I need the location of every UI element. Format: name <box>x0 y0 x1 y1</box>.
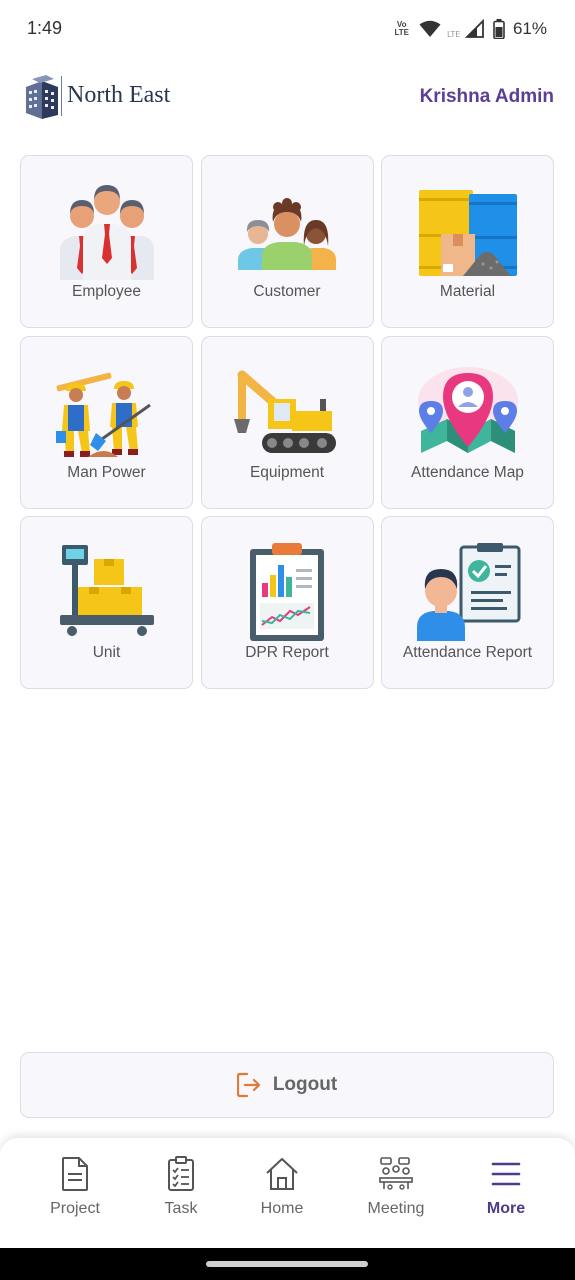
logout-icon <box>236 1072 260 1098</box>
nav-label: Home <box>260 1200 304 1217</box>
tile-label: Material <box>439 283 496 300</box>
tile-material[interactable]: Material <box>381 155 554 328</box>
tile-man-power[interactable]: Man Power <box>20 335 193 509</box>
battery-icon <box>493 19 505 39</box>
nav-label: Meeting <box>367 1200 425 1217</box>
system-gesture-bar <box>0 1248 575 1280</box>
user-name[interactable]: Krishna Admin <box>420 86 554 108</box>
menu-icon <box>491 1162 521 1186</box>
module-grid: Employee Customer Material Man Power Equ… <box>20 155 554 689</box>
app-header: North East Krishna Admin <box>0 70 575 126</box>
nav-project[interactable]: Project <box>25 1156 125 1236</box>
material-icon <box>418 190 517 276</box>
tile-label: DPR Report <box>245 644 329 661</box>
tile-unit[interactable]: Unit <box>20 516 193 689</box>
nav-task[interactable]: Task <box>131 1156 231 1236</box>
tile-attendance-report[interactable]: Attendance Report <box>381 516 554 689</box>
tile-label: Attendance Report <box>402 644 533 661</box>
logout-label: Logout <box>272 1074 338 1095</box>
tile-label: Unit <box>92 644 121 661</box>
meeting-icon <box>379 1157 413 1190</box>
tile-equipment[interactable]: Equipment <box>200 335 374 509</box>
manpower-icon <box>55 372 151 457</box>
report-clipboard-icon <box>250 543 324 641</box>
tile-label: Equipment <box>249 463 325 481</box>
home-gesture-pill[interactable] <box>206 1261 368 1267</box>
home-icon <box>266 1158 298 1190</box>
battery-percent: 61% <box>512 19 547 38</box>
bottom-navigation: Project Task Home Meeting More <box>0 1138 575 1248</box>
document-icon <box>62 1157 88 1191</box>
status-time: 1:49 <box>27 18 63 38</box>
logout-button[interactable]: Logout <box>20 1052 554 1118</box>
employee-icon <box>59 185 154 280</box>
tile-attendance-map[interactable]: Attendance Map <box>381 335 554 509</box>
svg-text:LTE: LTE <box>447 30 460 39</box>
brand-name: North East <box>67 82 171 108</box>
tile-label: Employee <box>72 283 141 300</box>
unit-scale-icon <box>59 545 154 636</box>
tile-label: Customer <box>253 283 321 300</box>
nav-label: Task <box>164 1200 198 1217</box>
nav-home[interactable]: Home <box>232 1156 332 1236</box>
tile-dpr-report[interactable]: DPR Report <box>200 516 374 689</box>
status-bar: 1:49 Vo LTE LTE 61% <box>0 0 575 58</box>
checklist-icon <box>168 1156 194 1191</box>
volte-indicator: Vo LTE <box>394 20 409 37</box>
tile-label: Attendance Map <box>411 463 524 481</box>
nav-label: Project <box>50 1200 100 1217</box>
tile-employee[interactable]: Employee <box>20 155 193 328</box>
map-pin-icon <box>417 366 518 453</box>
company-logo <box>26 75 58 119</box>
nav-label: More <box>486 1200 526 1217</box>
tile-customer[interactable]: Customer <box>200 155 374 328</box>
nav-meeting[interactable]: Meeting <box>346 1156 446 1236</box>
logo-divider <box>61 76 62 116</box>
status-icons: Vo LTE LTE 61% <box>394 16 547 42</box>
equipment-icon <box>234 370 336 453</box>
nav-more[interactable]: More <box>456 1156 556 1236</box>
signal-icon: LTE <box>447 19 484 39</box>
tile-label: Man Power <box>67 463 146 481</box>
wifi-icon <box>419 20 441 37</box>
attendance-report-icon <box>416 543 520 641</box>
customer-icon <box>238 198 336 270</box>
